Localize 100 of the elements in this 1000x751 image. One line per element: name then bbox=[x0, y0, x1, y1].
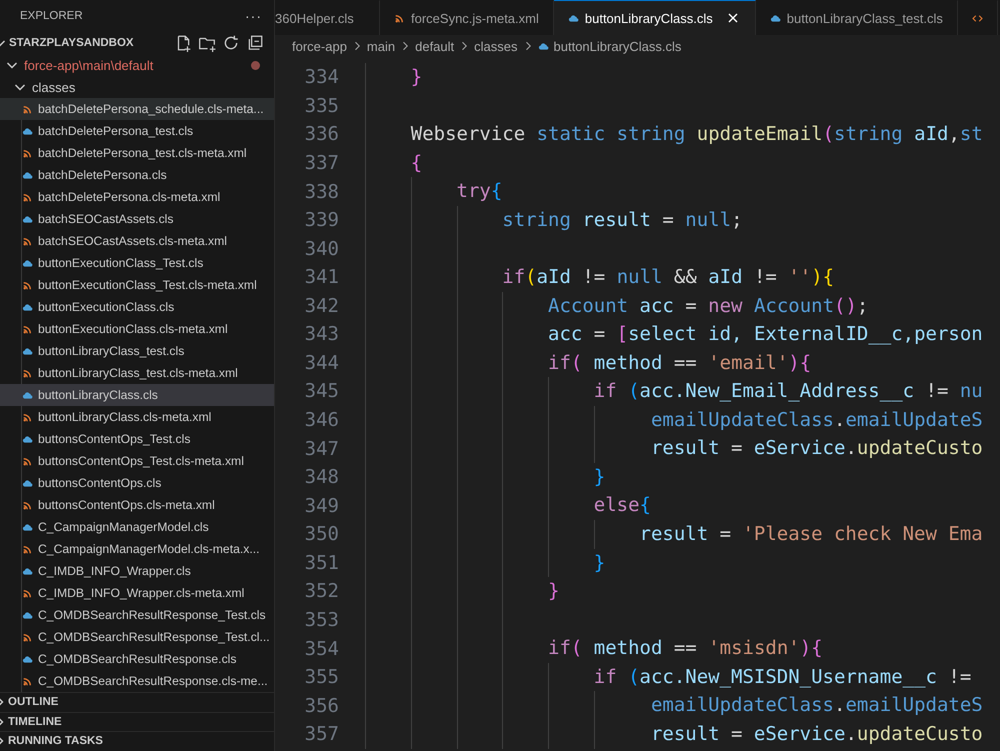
file-item[interactable]: batchSEOCastAssets.cls-meta.xml bbox=[0, 230, 274, 252]
cloud-icon bbox=[22, 610, 33, 620]
breadcrumb-item[interactable]: force-app bbox=[292, 38, 347, 54]
file-item[interactable]: batchDeletePersona_test.cls bbox=[0, 120, 274, 142]
file-item[interactable]: buttonsContentOps_Test.cls-meta.xml bbox=[0, 450, 274, 472]
line-number: 351 bbox=[304, 552, 339, 574]
cloud-icon bbox=[22, 478, 33, 488]
file-item[interactable]: batchDeletePersona_schedule.cls-meta... bbox=[0, 98, 274, 120]
code-line: } bbox=[594, 464, 606, 490]
rss-icon bbox=[22, 676, 33, 686]
collapse-all-icon[interactable] bbox=[246, 34, 264, 52]
line-number: 356 bbox=[304, 694, 339, 717]
file-item[interactable]: batchSEOCastAssets.cls bbox=[0, 208, 274, 230]
file-item[interactable]: C_CampaignManagerModel.cls bbox=[0, 516, 274, 538]
file-item[interactable]: batchDeletePersona_test.cls-meta.xml bbox=[0, 142, 274, 164]
refresh-icon[interactable] bbox=[222, 34, 240, 52]
code-line: if( method == 'msisdn'){ bbox=[548, 636, 823, 662]
panel-header[interactable]: TIMELINE bbox=[8, 716, 62, 728]
breadcrumb-item[interactable]: buttonLibraryClass.cls bbox=[554, 38, 682, 54]
rss-icon bbox=[22, 236, 33, 246]
file-item[interactable]: batchDeletePersona.cls-meta.xml bbox=[0, 186, 274, 208]
file-item[interactable]: C_OMDBSearchResultResponse.cls-me... bbox=[0, 670, 274, 692]
code-line: if( method == 'email'){ bbox=[548, 350, 812, 376]
rss-icon bbox=[22, 368, 33, 378]
line-number: 347 bbox=[304, 438, 339, 460]
cloud-icon bbox=[22, 302, 33, 312]
line-number: 357 bbox=[304, 723, 339, 746]
rss-icon bbox=[22, 192, 33, 202]
panel-header[interactable]: RUNNING TASKS bbox=[8, 735, 103, 748]
code-line: { bbox=[410, 150, 422, 176]
file-item[interactable]: buttonLibraryClass.cls bbox=[0, 384, 274, 406]
code-line: emailUpdateClass.emailUpdateS bbox=[650, 408, 983, 433]
cloud-icon bbox=[22, 258, 33, 268]
code-line: else{ bbox=[594, 493, 651, 518]
file-item[interactable]: buttonExecutionClass_Test.cls-meta.xml bbox=[0, 274, 274, 296]
line-number: 338 bbox=[304, 180, 339, 203]
line-number: 348 bbox=[304, 466, 339, 488]
workspace-name[interactable]: STARZPLAYSANDBOX bbox=[9, 37, 174, 49]
file-item[interactable]: buttonsContentOps.cls-meta.xml bbox=[0, 494, 274, 516]
folder-name[interactable]: classes bbox=[32, 80, 76, 94]
panel-header[interactable]: OUTLINE bbox=[8, 696, 58, 708]
code-line: Account acc = new Account(); bbox=[548, 294, 868, 318]
code-line: } bbox=[410, 65, 422, 90]
line-number: 355 bbox=[304, 666, 339, 688]
file-item[interactable]: C_CampaignManagerModel.cls-meta.x... bbox=[0, 538, 274, 560]
line-number: 340 bbox=[304, 238, 339, 260]
file-item[interactable]: C_IMDB_INFO_Wrapper.cls bbox=[0, 560, 274, 582]
file-item[interactable]: buttonLibraryClass_test.cls-meta.xml bbox=[0, 362, 274, 384]
code-line: } bbox=[548, 579, 560, 604]
file-item[interactable]: buttonsContentOps_Test.cls bbox=[0, 428, 274, 450]
code-line: result = 'Please check New Ema bbox=[640, 522, 983, 547]
cloud-icon bbox=[22, 170, 33, 180]
editor-tab[interactable]: buttonLibraryClass.cls bbox=[554, 0, 756, 35]
file-item[interactable]: buttonsContentOps.cls bbox=[0, 472, 274, 494]
code-line: } bbox=[594, 550, 606, 576]
rss-icon bbox=[22, 280, 33, 290]
cloud-icon bbox=[538, 40, 549, 52]
rss-icon bbox=[22, 412, 33, 422]
rss-icon bbox=[22, 588, 33, 598]
line-number: 334 bbox=[304, 66, 339, 88]
rss-icon bbox=[22, 104, 33, 114]
rss-icon bbox=[22, 148, 33, 158]
file-item[interactable]: C_OMDBSearchResultResponse_Test.cl... bbox=[0, 626, 274, 648]
line-number: 350 bbox=[304, 523, 339, 546]
file-item[interactable]: C_OMDBSearchResultResponse_Test.cls bbox=[0, 604, 274, 626]
line-number: 337 bbox=[304, 152, 339, 174]
code-line: if(aId != null && aId != ''){ bbox=[502, 264, 834, 290]
file-item[interactable]: buttonExecutionClass.cls-meta.xml bbox=[0, 318, 274, 340]
rss-icon bbox=[22, 500, 33, 510]
cloud-icon bbox=[22, 214, 33, 224]
rss-icon bbox=[22, 456, 33, 466]
rss-icon bbox=[22, 324, 33, 334]
file-item[interactable]: C_OMDBSearchResultResponse.cls bbox=[0, 648, 274, 670]
editor-tab[interactable]: 360Helper.cls bbox=[275, 0, 380, 35]
line-number: 343 bbox=[304, 323, 339, 346]
breadcrumb-item[interactable]: main bbox=[366, 38, 396, 54]
file-item[interactable]: batchDeletePersona.cls bbox=[0, 164, 274, 186]
file-item[interactable]: buttonExecutionClass.cls bbox=[0, 296, 274, 318]
cloud-icon bbox=[22, 566, 33, 576]
line-number: 344 bbox=[304, 352, 339, 374]
more-actions-button[interactable]: ··· bbox=[245, 8, 262, 24]
code-icon bbox=[972, 12, 983, 24]
code-line: try{ bbox=[456, 179, 502, 204]
file-item[interactable]: buttonExecutionClass_Test.cls bbox=[0, 252, 274, 274]
folder-path[interactable]: force-app\main\default bbox=[24, 58, 251, 72]
file-item[interactable]: buttonLibraryClass.cls-meta.xml bbox=[0, 406, 274, 428]
modified-dot bbox=[251, 60, 260, 70]
cloud-icon bbox=[22, 390, 33, 400]
cloud-icon bbox=[22, 654, 33, 664]
line-number: 341 bbox=[304, 266, 339, 288]
file-item[interactable]: buttonLibraryClass_test.cls bbox=[0, 340, 274, 362]
breadcrumb-item[interactable]: classes bbox=[474, 38, 518, 54]
line-number: 335 bbox=[304, 94, 339, 117]
cloud-icon bbox=[770, 12, 781, 24]
line-number: 336 bbox=[304, 123, 339, 146]
line-number: 342 bbox=[304, 294, 339, 317]
rss-icon bbox=[394, 12, 405, 24]
line-number: 354 bbox=[304, 638, 339, 660]
file-item[interactable]: C_IMDB_INFO_Wrapper.cls-meta.xml bbox=[0, 582, 274, 604]
breadcrumb-item[interactable]: default bbox=[415, 38, 454, 54]
